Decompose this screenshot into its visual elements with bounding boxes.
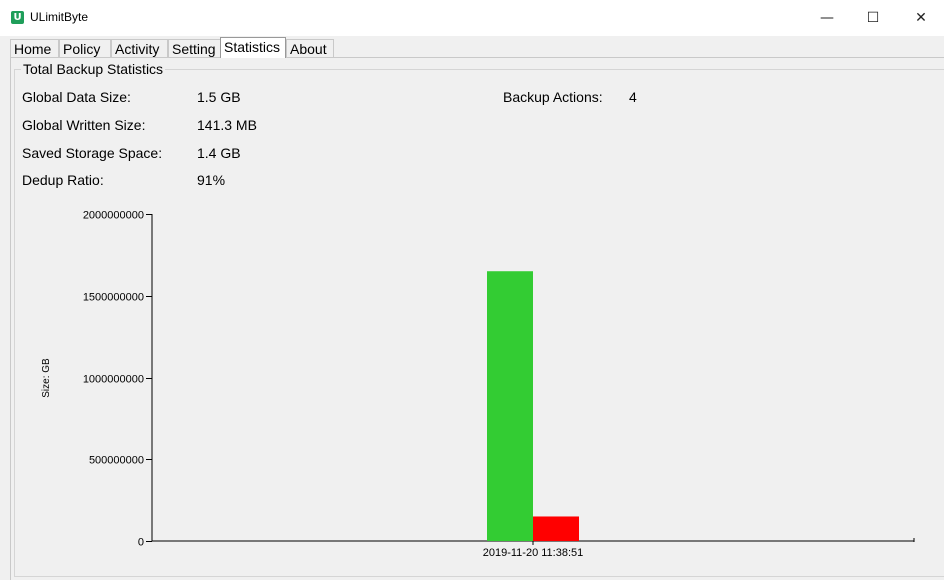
tab-statistics[interactable]: Statistics	[220, 37, 286, 58]
data-bar	[487, 271, 533, 541]
data-bar	[533, 516, 579, 541]
y-tick-label: 1500000000	[83, 292, 144, 304]
y-axis-label: Size: GB	[41, 358, 52, 398]
y-tick-label: 500000000	[89, 455, 144, 467]
backup-size-chart: Size: GB 0 500000000 1000000000 1500000000 2…	[41, 210, 915, 559]
y-tick-label: 2000000000	[83, 210, 144, 222]
x-tick-label: 2019-11-20 11:38:51	[483, 547, 584, 559]
y-tick-label: 0	[138, 537, 144, 549]
y-tick-label: 1000000000	[83, 374, 144, 386]
